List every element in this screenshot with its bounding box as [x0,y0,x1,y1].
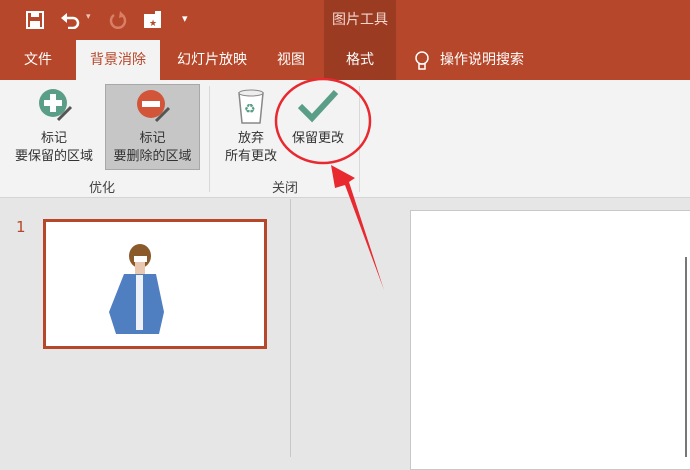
panel-splitter[interactable] [290,199,291,457]
undo-dropdown-icon[interactable]: ▾ [86,12,91,22]
button-label: 要删除的区域 [113,149,192,164]
plus-pencil-icon [39,89,73,122]
save-icon[interactable] [26,11,44,29]
button-label: 所有更改 [224,149,277,164]
tab-slideshow[interactable]: 幻灯片放映 [166,40,258,80]
tell-me-search[interactable]: 操作说明搜索 [440,40,540,80]
slide-thumbnail[interactable] [43,219,267,349]
svg-text:♻: ♻ [244,102,256,117]
tab-file[interactable]: 文件 [10,40,66,80]
recycle-bin-icon: ♻ [238,89,264,124]
group-divider [359,86,360,192]
group-divider [209,86,210,192]
mark-areas-to-remove-button[interactable]: 标记 要删除的区域 [105,84,200,170]
discard-all-changes-button[interactable]: ♻ 放弃 所有更改 [218,84,284,170]
lightbulb-icon [415,51,429,70]
context-group-label: 图片工具 [332,12,388,28]
tab-background-removal[interactable]: 背景消除 [76,40,160,80]
minus-pencil-icon [137,90,171,123]
checkmark-icon [297,89,339,123]
tab-format[interactable]: 格式 [324,40,396,80]
mark-areas-to-keep-button[interactable]: 标记 要保留的区域 [4,84,104,170]
svg-text:★: ★ [149,19,157,29]
keep-changes-button[interactable]: 保留更改 [284,84,352,170]
undo-icon[interactable] [60,11,80,29]
start-slideshow-icon[interactable]: ★ [143,11,163,29]
redo-icon[interactable] [108,10,128,30]
button-label: 标记 [40,131,67,146]
group-label-refine: 优化 [88,181,115,196]
button-label: 保留更改 [291,131,344,146]
button-label: 要保留的区域 [14,149,93,164]
customize-quick-access-icon[interactable]: ▾ [182,12,188,25]
button-label: 放弃 [237,131,264,146]
group-label-close: 关闭 [271,181,298,196]
image-selection-border [685,257,687,457]
button-label: 标记 [139,131,166,146]
slide-number: 1 [16,218,26,236]
slide-canvas[interactable] [410,210,690,470]
person-image [109,244,164,334]
tab-view[interactable]: 视图 [266,40,316,80]
